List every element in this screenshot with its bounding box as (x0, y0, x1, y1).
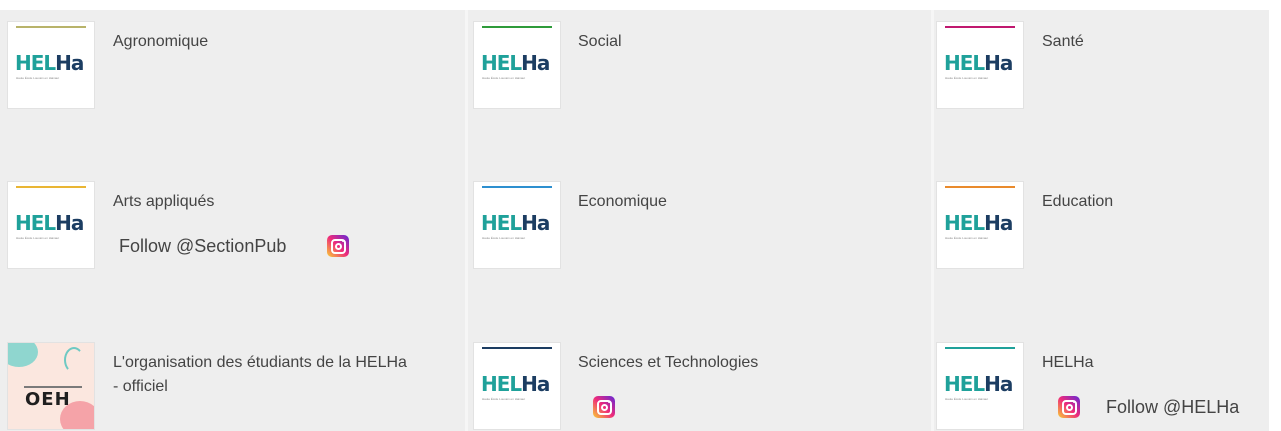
logo-accent-bar (16, 26, 86, 28)
helha-logo[interactable]: HELHa Haute École Louvain en Hainaut (474, 22, 560, 108)
logo-tagline: Haute École Louvain en Hainaut (482, 236, 526, 240)
follow-link[interactable]: Follow @HELHa (1106, 396, 1239, 418)
account-title[interactable]: Sciences et Technologies (578, 352, 758, 374)
logo-wordmark: HELHa (481, 51, 550, 75)
helha-logo[interactable]: HELHa Haute École Louvain en Hainaut (937, 343, 1023, 429)
oeh-logo[interactable]: OEH (8, 343, 94, 429)
logo-accent-bar (16, 186, 86, 188)
logo-tagline: Haute École Louvain en Hainaut (945, 397, 989, 401)
helha-logo[interactable]: HELHa Haute École Louvain en Hainaut (937, 22, 1023, 108)
logo-tagline: Haute École Louvain en Hainaut (16, 236, 60, 240)
logo-accent-bar (945, 26, 1015, 28)
logo-tagline: Haute École Louvain en Hainaut (482, 397, 526, 401)
logo-wordmark: OEH (25, 389, 71, 410)
social-accounts-grid: HELHa Haute École Louvain en Hainaut Agr… (0, 0, 1281, 431)
account-title[interactable]: Education (1042, 191, 1113, 213)
account-title[interactable]: Agronomique (113, 31, 208, 53)
logo-accent-bar (482, 26, 552, 28)
logo-wordmark: HELHa (15, 51, 84, 75)
logo-accent-bar (482, 347, 552, 349)
logo-tagline: Haute École Louvain en Hainaut (482, 76, 526, 80)
helha-logo[interactable]: HELHa Haute École Louvain en Hainaut (937, 182, 1023, 268)
column-divider (465, 10, 468, 431)
column-divider (931, 10, 934, 431)
logo-wordmark: HELHa (944, 211, 1013, 235)
logo-tagline: Haute École Louvain en Hainaut (945, 76, 989, 80)
instagram-icon[interactable] (593, 396, 615, 418)
logo-accent-bar (945, 347, 1015, 349)
follow-link[interactable]: Follow @SectionPub (119, 235, 286, 257)
logo-shape (64, 347, 84, 373)
logo-wordmark: HELHa (944, 51, 1013, 75)
helha-logo[interactable]: HELHa Haute École Louvain en Hainaut (474, 343, 560, 429)
account-title[interactable]: HELHa (1042, 352, 1094, 374)
logo-wordmark: HELHa (481, 372, 550, 396)
helha-logo[interactable]: HELHa Haute École Louvain en Hainaut (8, 182, 94, 268)
logo-wordmark: HELHa (944, 372, 1013, 396)
account-title[interactable]: Santé (1042, 31, 1084, 53)
account-title[interactable]: L'organisation des étudiants de la HELHa (113, 352, 407, 374)
account-title[interactable]: Social (578, 31, 622, 53)
logo-wordmark: HELHa (481, 211, 550, 235)
logo-accent-bar (945, 186, 1015, 188)
logo-tagline: Haute École Louvain en Hainaut (16, 76, 60, 80)
instagram-icon[interactable] (327, 235, 349, 257)
account-title-line2[interactable]: - officiel (113, 376, 168, 398)
helha-logo[interactable]: HELHa Haute École Louvain en Hainaut (8, 22, 94, 108)
account-title[interactable]: Arts appliqués (113, 191, 214, 213)
logo-tagline: Haute École Louvain en Hainaut (945, 236, 989, 240)
logo-wordmark: HELHa (15, 211, 84, 235)
logo-shape (24, 386, 82, 388)
helha-logo[interactable]: HELHa Haute École Louvain en Hainaut (474, 182, 560, 268)
logo-accent-bar (482, 186, 552, 188)
instagram-icon[interactable] (1058, 396, 1080, 418)
account-title[interactable]: Economique (578, 191, 667, 213)
logo-shape (8, 343, 38, 367)
